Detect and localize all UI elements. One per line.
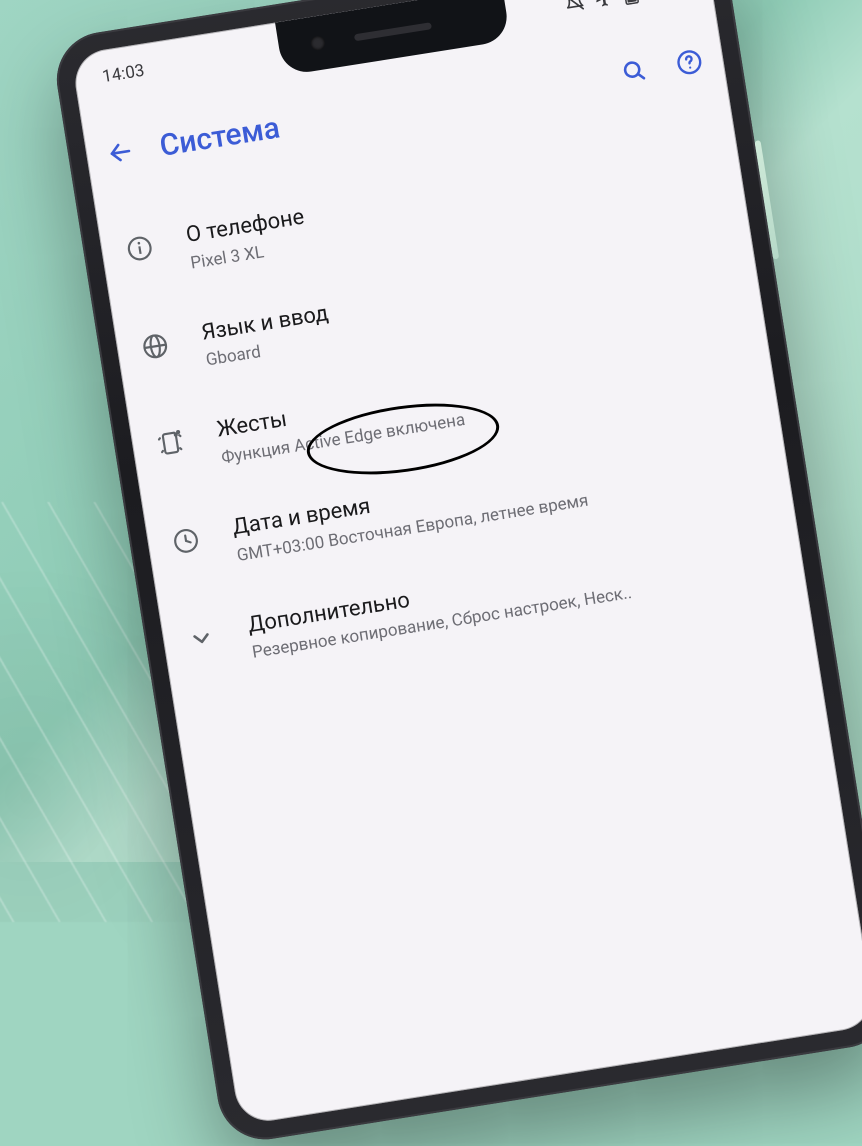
front-camera (310, 35, 326, 51)
help-button[interactable] (673, 46, 705, 78)
globe-icon (139, 330, 171, 362)
info-icon (124, 233, 156, 265)
device-screen: 14:03 (71, 0, 862, 1126)
search-button[interactable] (618, 55, 650, 87)
settings-list: О телефоне Pixel 3 XL Язык и ввод Gboard (92, 92, 808, 700)
airplane-mode-icon (593, 0, 616, 9)
clock-icon (170, 525, 202, 557)
back-button[interactable] (104, 136, 136, 168)
battery-icon (622, 0, 639, 5)
page-title: Система (157, 110, 282, 163)
pixel3xl-device-frame: 14:03 (50, 0, 862, 1146)
gestures-icon (155, 427, 187, 459)
status-time: 14:03 (101, 61, 146, 87)
chevron-down-icon (185, 622, 217, 654)
battery-percentage: 71 % (646, 0, 684, 1)
earpiece-speaker (354, 22, 432, 41)
alarm-off-icon (563, 0, 586, 14)
